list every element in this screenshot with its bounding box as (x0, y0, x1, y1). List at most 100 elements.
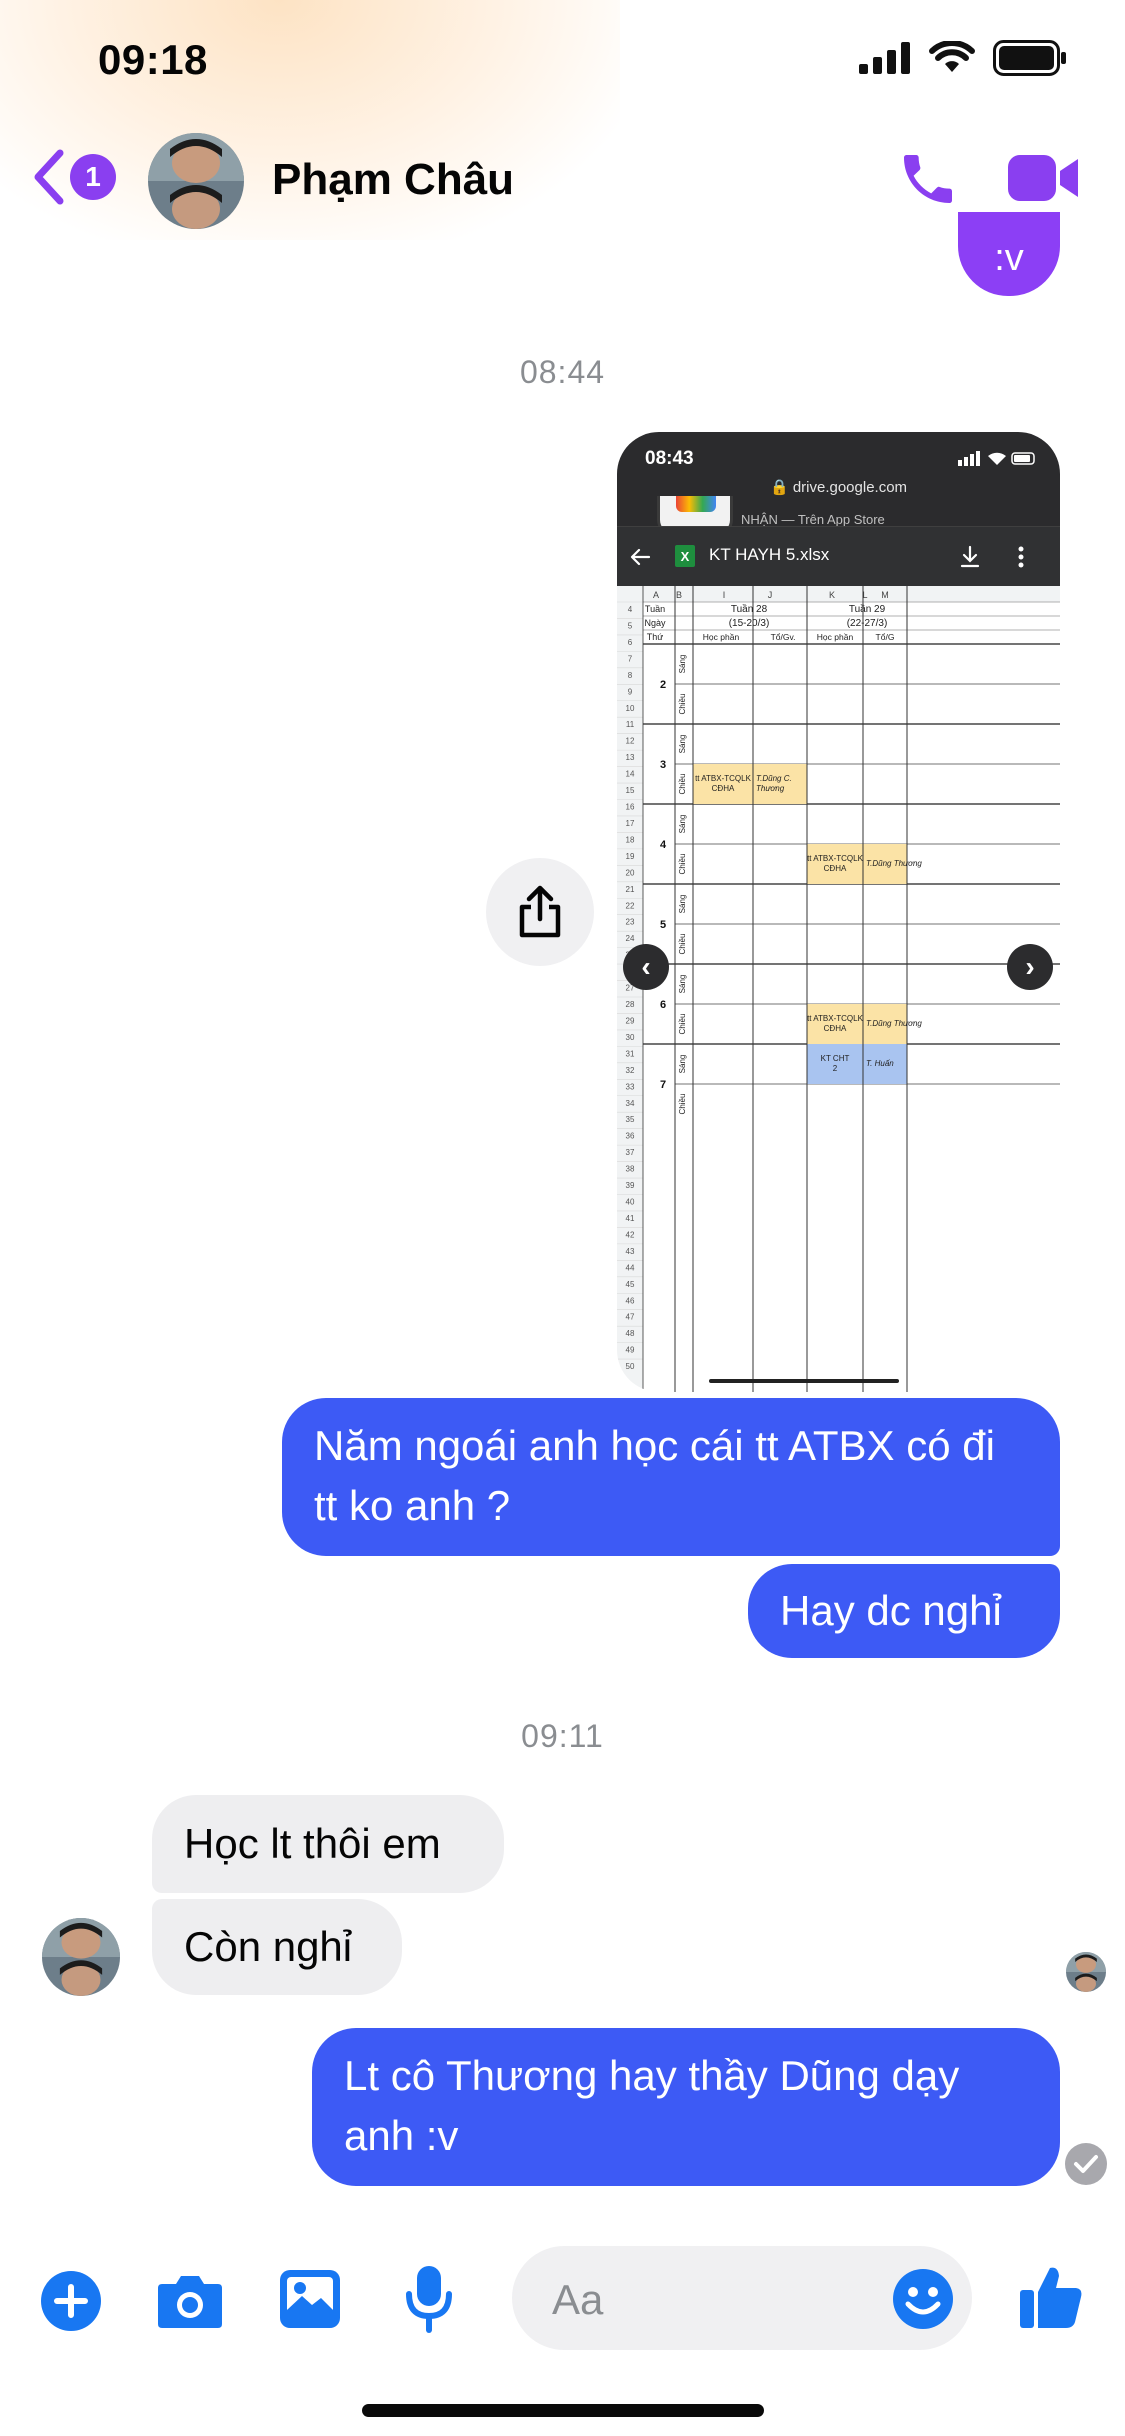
session-label: Sáng (678, 655, 687, 674)
previous-message-bubble[interactable]: :v (958, 212, 1060, 296)
column-letter: A (653, 590, 659, 600)
row-number: 9 (628, 687, 633, 696)
column-subheader: Học phần (817, 632, 854, 642)
cell-course: tt ATBX-TCQLK (695, 774, 752, 783)
cell-teacher: T.Dũng Thương (866, 1019, 922, 1028)
row-number: 30 (626, 1033, 635, 1042)
row-number: 41 (626, 1214, 635, 1223)
photo-next-arrow: › (1007, 944, 1053, 990)
photo-back-arrow-icon (630, 548, 651, 566)
row-number: 4 (628, 605, 633, 614)
row-number: 8 (628, 671, 633, 680)
row-number: 23 (626, 918, 635, 927)
plus-icon[interactable] (40, 2270, 102, 2332)
row-number: 7 (628, 654, 633, 663)
contact-name[interactable]: Phạm Châu (272, 155, 514, 205)
session-label: Sáng (678, 815, 687, 834)
week-name: Tuần 29 (849, 603, 886, 615)
row-number: 32 (626, 1066, 635, 1075)
message-bubble[interactable]: Năm ngoái anh học cái tt ATBX có đi tt k… (282, 1398, 1060, 1556)
status-time: 09:18 (98, 36, 208, 83)
cell-course: tt ATBX-TCQLK (807, 1014, 864, 1023)
photo-browser-bar: 08:43 🔒 drive.google.com NHẬN — Trên App… (617, 432, 1060, 536)
row-number: 16 (626, 803, 635, 812)
session-label: Sáng (678, 735, 687, 754)
row-number: 5 (628, 621, 633, 630)
camera-icon[interactable] (156, 2270, 224, 2330)
share-icon (519, 885, 561, 938)
message-bubble[interactable]: Hay dc nghỉ (748, 1564, 1060, 1658)
cellular-signal-icon (859, 42, 910, 74)
row-number: 36 (626, 1132, 635, 1141)
session-label: Sáng (678, 1055, 687, 1074)
day-number: 5 (660, 919, 666, 931)
message-input[interactable]: Aa (512, 2246, 972, 2350)
session-label: Chiều (678, 1014, 687, 1035)
row-number: 49 (626, 1346, 635, 1355)
cell-teacher: T.Dũng C. (756, 774, 792, 783)
phone-icon (904, 155, 952, 203)
row-label-ngay: Ngày (644, 618, 666, 628)
row-number: 12 (626, 737, 635, 746)
battery-icon (993, 40, 1066, 76)
column-letter: M (881, 590, 889, 600)
row-number: 29 (626, 1016, 635, 1025)
row-number: 6 (628, 638, 633, 647)
column-letter: B (676, 590, 682, 600)
video-call-button[interactable] (1008, 151, 1080, 210)
column-subheader: Tổ/Gv. (771, 632, 796, 642)
message-bubble[interactable]: Lt cô Thương hay thầy Dũng dạy anh :v (312, 2028, 1060, 2186)
row-number: 42 (626, 1230, 635, 1239)
cell-course: CĐHA (824, 864, 847, 873)
cell-teacher: T. Huấn (866, 1059, 894, 1068)
session-label: Sáng (678, 895, 687, 914)
photo-status-time: 08:43 (645, 448, 694, 469)
sender-avatar[interactable] (42, 1918, 120, 1996)
timestamp: 09:11 (521, 1718, 604, 1754)
share-button[interactable] (486, 858, 594, 966)
cell-course: tt ATBX-TCQLK (807, 854, 864, 863)
column-subheader: Học phần (703, 632, 740, 642)
row-number: 10 (626, 704, 635, 713)
thumbs-up-icon[interactable] (1018, 2262, 1084, 2330)
day-number: 2 (660, 679, 666, 691)
row-number: 22 (626, 901, 635, 910)
day-number: 3 (660, 759, 666, 771)
back-button[interactable]: 1 (32, 149, 116, 205)
row-number: 20 (626, 868, 635, 877)
row-number: 18 (626, 835, 635, 844)
excel-file-icon: X (675, 545, 695, 567)
microphone-icon[interactable] (404, 2264, 454, 2334)
contact-avatar[interactable] (148, 133, 244, 229)
gallery-icon[interactable] (278, 2268, 342, 2330)
emoji-icon[interactable] (892, 2268, 954, 2330)
lock-icon: 🔒 (769, 479, 793, 496)
row-number: 39 (626, 1181, 635, 1190)
wifi-icon (929, 41, 975, 72)
voice-call-button[interactable] (896, 147, 960, 216)
photo-home-indicator (709, 1379, 899, 1383)
session-label: Chiều (678, 694, 687, 715)
photo-store-banner: NHẬN — Trên App Store (741, 512, 885, 527)
unread-badge: 1 (70, 154, 116, 200)
home-indicator (362, 2404, 764, 2417)
session-label: Chiều (678, 854, 687, 875)
cell-course: CĐHA (712, 784, 735, 793)
photo-status-icons (958, 451, 1035, 466)
row-number: 21 (626, 885, 635, 894)
photo-download-icon (960, 545, 980, 568)
cell-teacher: T.Dũng Thương (866, 859, 922, 868)
shared-photo[interactable]: 08:43 🔒 drive.google.com NHẬN — Trên App… (617, 432, 1060, 1392)
week-dates: (22-27/3) (847, 618, 888, 629)
column-letter: K (829, 590, 835, 600)
message-bubble[interactable]: Còn nghỉ (152, 1899, 402, 1995)
row-number: 40 (626, 1198, 635, 1207)
message-bubble[interactable]: Học lt thôi em (152, 1795, 504, 1893)
row-label-thu: Thứ (647, 632, 664, 642)
sent-check-icon (1065, 2143, 1107, 2185)
session-label: Chiều (678, 934, 687, 955)
row-number: 34 (626, 1099, 635, 1108)
column-header-strip (617, 586, 1060, 602)
conversation-header: 1 Phạm Châu (0, 125, 1125, 240)
row-number: 50 (626, 1362, 635, 1371)
